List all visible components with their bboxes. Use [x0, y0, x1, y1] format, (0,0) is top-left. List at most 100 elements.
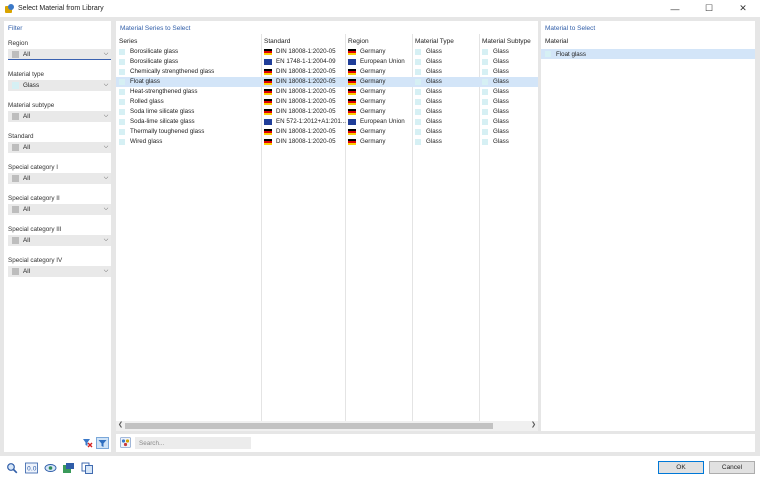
germany-flag-icon — [264, 139, 272, 145]
special-category-1-value: All — [23, 175, 30, 182]
cell-text: DIN 18008-1:2020-05 — [276, 98, 336, 105]
close-button[interactable]: ✕ — [726, 0, 760, 17]
table-row[interactable]: Float glass DIN 18008-1:2020-05 Germany Gla… — [116, 77, 538, 87]
chevron-down-icon: ⌵ — [103, 144, 109, 150]
table-row[interactable]: Rolled glass DIN 18008-1:2020-05 Germany Gl… — [116, 97, 538, 107]
special-category-3-select[interactable]: All ⌵ — [8, 235, 111, 246]
cell-text: Glass — [493, 128, 509, 135]
table-row[interactable]: Chemically strengthened glass DIN 18008-1… — [116, 67, 538, 77]
color-palette-button[interactable] — [120, 437, 131, 448]
column-header-region[interactable]: Region — [348, 38, 369, 45]
minimize-button[interactable]: — — [658, 0, 692, 17]
material-tool-button[interactable] — [61, 461, 75, 474]
table-row[interactable]: Borosilicate glass DIN 18008-1:2020-05 Ger… — [116, 47, 538, 57]
germany-flag-icon — [348, 139, 356, 145]
germany-flag-icon — [264, 69, 272, 75]
cell-text: Glass — [426, 98, 442, 105]
table-row[interactable]: Soda-lime silicate glass EN 572-1:2012+A1… — [116, 117, 538, 127]
apply-filter-button[interactable] — [96, 437, 109, 449]
cell-text: EN 1748-1-1:2004-09 — [276, 58, 336, 65]
glass-swatch-icon — [119, 89, 125, 95]
material-subtype-select[interactable]: All ⌵ — [8, 111, 111, 122]
glass-swatch-icon — [119, 69, 125, 75]
cell-text: DIN 18008-1:2020-05 — [276, 78, 336, 85]
cell-text: Glass — [426, 78, 442, 85]
glass-swatch-icon — [119, 119, 125, 125]
cell-text: Germany — [360, 98, 386, 105]
filter-label-special-category-4: Special category IV — [8, 257, 63, 264]
cell-text: Glass — [426, 118, 442, 125]
region-value: All — [23, 50, 30, 58]
cell-text: Glass — [493, 68, 509, 75]
cell-text: Soda lime silicate glass — [130, 108, 195, 115]
horizontal-scrollbar[interactable]: ❮ ❯ — [116, 421, 538, 431]
target-heading: Material to Select — [545, 25, 596, 32]
search-input[interactable]: Search... — [135, 437, 251, 449]
special-category-1-select[interactable]: All ⌵ — [8, 173, 111, 184]
units-tool-button[interactable]: 0.0 — [24, 461, 38, 474]
table-row[interactable]: Borosilicate glass EN 1748-1-1:2004-09 Eur… — [116, 57, 538, 67]
search-tool-button[interactable] — [5, 461, 19, 474]
standard-select[interactable]: All ⌵ — [8, 142, 111, 153]
filter-label-material-subtype: Material subtype — [8, 102, 55, 109]
cell-text: Glass — [493, 118, 509, 125]
glass-swatch-icon — [482, 79, 488, 85]
copy-tool-button[interactable] — [80, 461, 94, 474]
scroll-right-icon[interactable]: ❯ — [531, 421, 536, 428]
cell-text: Glass — [426, 48, 442, 55]
chevron-down-icon: ⌵ — [103, 237, 109, 243]
special-category-4-select[interactable]: All ⌵ — [8, 266, 111, 277]
table-row[interactable]: Wired glass DIN 18008-1:2020-05 Germany Gla… — [116, 137, 538, 147]
filter-label-standard: Standard — [8, 133, 34, 140]
selected-material-label: Float glass — [556, 50, 586, 58]
svg-text:0.0: 0.0 — [27, 465, 37, 472]
cell-text: DIN 18008-1:2020-05 — [276, 48, 336, 55]
glass-swatch-icon — [415, 109, 421, 115]
table-row[interactable]: Soda lime silicate glass DIN 18008-1:2020… — [116, 107, 538, 117]
cancel-button[interactable]: Cancel — [709, 461, 755, 474]
glass-swatch-icon — [482, 129, 488, 135]
glass-swatch-icon — [482, 119, 488, 125]
copy-icon — [81, 462, 93, 474]
germany-flag-icon — [348, 99, 356, 105]
ok-button[interactable]: OK — [658, 461, 704, 474]
cell-text: Soda-lime silicate glass — [130, 118, 195, 125]
scrollbar-thumb[interactable] — [125, 423, 493, 429]
units-icon: 0.0 — [24, 462, 38, 473]
glass-swatch-icon — [415, 119, 421, 125]
cell-text: DIN 18008-1:2020-05 — [276, 68, 336, 75]
scroll-left-icon[interactable]: ❮ — [118, 421, 123, 428]
column-header-series[interactable]: Series — [119, 38, 137, 45]
filter-label-special-category-3: Special category III — [8, 226, 62, 233]
clear-filter-button[interactable] — [81, 437, 94, 449]
cell-text: DIN 18008-1:2020-05 — [276, 88, 336, 95]
all-swatch-icon — [12, 237, 19, 244]
region-select[interactable]: All ⌵ — [8, 49, 111, 60]
material-type-select[interactable]: Glass ⌵ — [8, 80, 111, 91]
maximize-button[interactable]: ☐ — [692, 0, 726, 17]
column-header-material-type[interactable]: Material Type — [415, 38, 454, 45]
table-row[interactable]: Thermally toughened glass DIN 18008-1:202… — [116, 127, 538, 137]
glass-swatch-icon — [482, 49, 488, 55]
chevron-down-icon: ⌵ — [103, 175, 109, 181]
table-row[interactable]: Heat-strengthened glass DIN 18008-1:2020-… — [116, 87, 538, 97]
glass-swatch-icon — [415, 79, 421, 85]
germany-flag-icon — [264, 89, 272, 95]
chevron-down-icon: ⌵ — [103, 268, 109, 274]
selected-material-row[interactable]: Float glass — [541, 49, 755, 59]
column-header-material-subtype[interactable]: Material Subtype — [482, 38, 531, 45]
cell-text: Glass — [426, 58, 442, 65]
glass-swatch-icon — [119, 129, 125, 135]
germany-flag-icon — [264, 109, 272, 115]
glass-swatch-icon — [119, 99, 125, 105]
cell-text: Glass — [493, 78, 509, 85]
material-type-value: Glass — [23, 82, 40, 89]
column-header-material: Material — [545, 38, 569, 45]
filter-heading: Filter — [8, 25, 23, 32]
chevron-down-icon: ⌵ — [103, 206, 109, 212]
germany-flag-icon — [264, 99, 272, 105]
column-header-standard[interactable]: Standard — [264, 38, 290, 45]
view-tool-button[interactable] — [43, 461, 57, 474]
special-category-2-select[interactable]: All ⌵ — [8, 204, 111, 215]
eu-flag-icon — [348, 119, 356, 125]
